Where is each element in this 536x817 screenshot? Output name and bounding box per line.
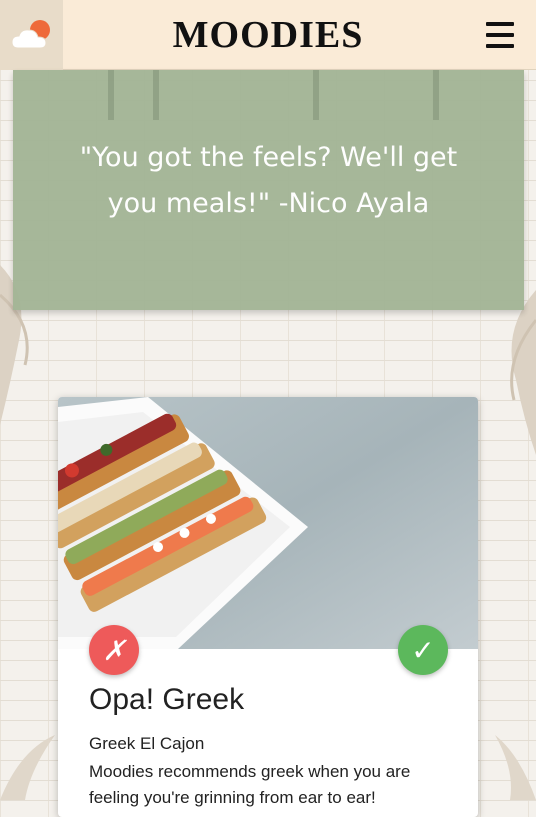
background-chair-leg: [313, 70, 319, 120]
reject-button[interactable]: ✗: [89, 625, 139, 675]
restaurant-card: ✗ ✓ Opa! Greek Greek El Cajon Moodies re…: [58, 397, 478, 817]
restaurant-name: Opa! Greek: [89, 683, 245, 716]
recommendation-text: Moodies recommends greek when you are fe…: [89, 762, 411, 807]
hero-banner: "You got the feels? We'll get you meals!…: [13, 70, 524, 310]
sun-cloud-icon: [10, 20, 50, 49]
bottom-left-plant-decoration: [0, 735, 55, 800]
bottom-right-plant-decoration: [495, 735, 536, 800]
right-plant-decoration: [510, 290, 536, 455]
restaurant-location: Greek El Cajon: [89, 734, 205, 753]
menu-bar: [486, 33, 514, 37]
food-platter-image: [58, 397, 478, 649]
hamburger-menu-icon[interactable]: [486, 22, 514, 48]
menu-bar: [486, 44, 514, 48]
background-chair-leg: [153, 70, 159, 120]
accept-button[interactable]: ✓: [398, 625, 448, 675]
hero-quote: "You got the feels? We'll get you meals!…: [79, 142, 458, 219]
background-chair-leg: [433, 70, 439, 120]
app-header: MOODIES: [0, 0, 536, 70]
logo-button[interactable]: [0, 0, 63, 70]
app-title: MOODIES: [172, 13, 364, 56]
background-chair-leg: [108, 70, 114, 120]
menu-bar: [486, 22, 514, 26]
